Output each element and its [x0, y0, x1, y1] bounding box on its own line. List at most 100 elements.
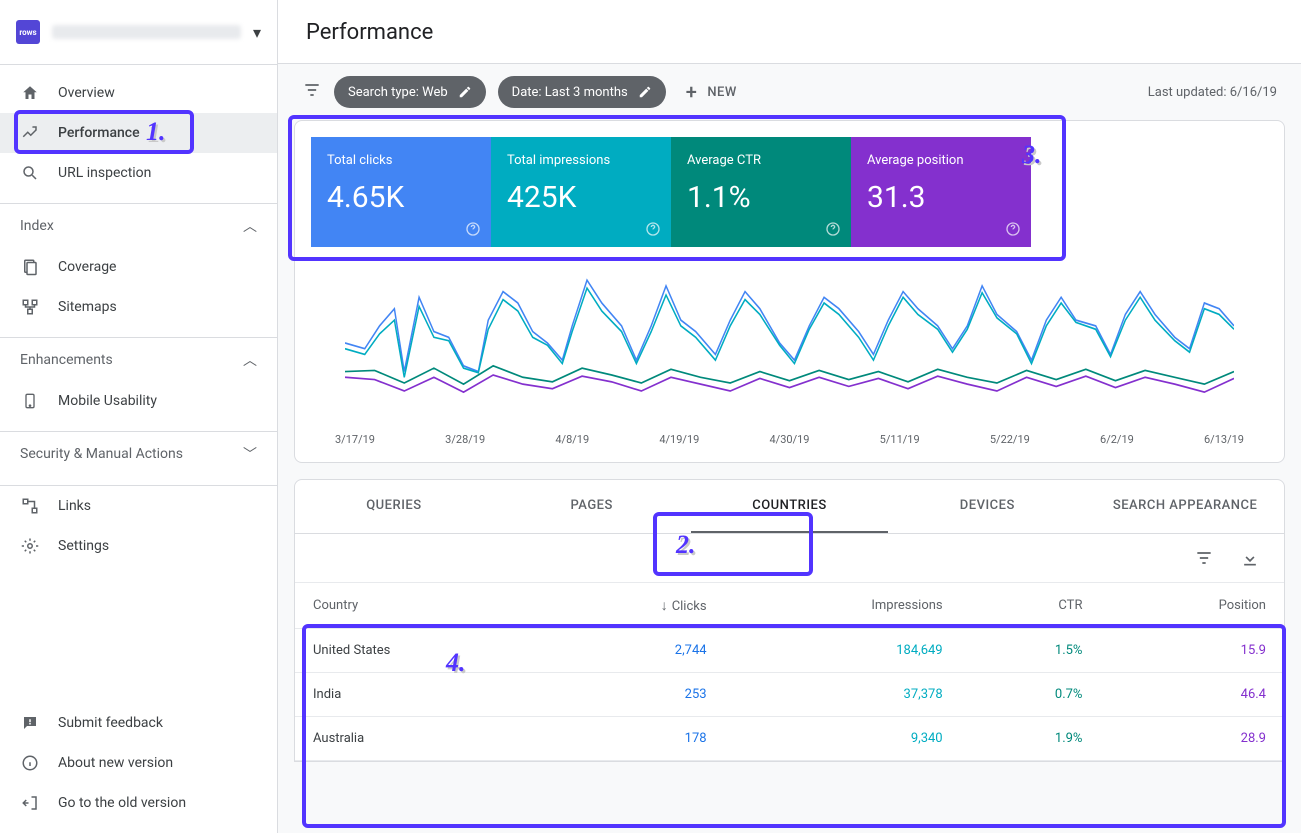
col-position[interactable]: Position [1100, 583, 1284, 629]
cell-country: United States [295, 629, 544, 673]
help-icon[interactable] [645, 221, 661, 237]
property-name-blurred [52, 25, 241, 39]
sidebar-item-overview[interactable]: Overview [0, 73, 277, 113]
annotation-label-2: 2. [676, 530, 696, 560]
col-clicks[interactable]: ↓Clicks [544, 583, 724, 629]
help-icon[interactable] [465, 221, 481, 237]
sidebar-item-old-version[interactable]: Go to the old version [0, 783, 277, 823]
metric-value: 1.1% [687, 180, 835, 215]
col-ctr[interactable]: CTR [961, 583, 1101, 629]
sidebar-item-feedback[interactable]: Submit feedback [0, 703, 277, 743]
chevron-down-icon: ﹀ [243, 444, 257, 464]
filter-icon[interactable] [302, 80, 322, 104]
dimension-tabs: QUERIES PAGES COUNTRIES DEVICES SEARCH A… [295, 480, 1284, 534]
page-title: Performance [278, 0, 1301, 64]
cell-ctr: 1.5% [961, 629, 1101, 673]
metric-tile-impressions[interactable]: Total impressions 425K [491, 137, 671, 247]
sidebar-item-settings[interactable]: Settings [0, 526, 277, 566]
cell-position: 28.9 [1100, 717, 1284, 761]
sitemaps-icon [20, 297, 40, 317]
tab-search-appearance[interactable]: SEARCH APPEARANCE [1086, 480, 1284, 533]
countries-table: Country ↓Clicks Impressions CTR Position… [295, 582, 1284, 761]
cell-clicks: 178 [544, 717, 724, 761]
tab-devices[interactable]: DEVICES [888, 480, 1086, 533]
col-country[interactable]: Country [295, 583, 544, 629]
sidebar-item-coverage[interactable]: Coverage [0, 247, 277, 287]
tick-label: 4/19/19 [659, 433, 699, 446]
metric-value: 425K [507, 180, 655, 215]
metric-tile-clicks[interactable]: Total clicks 4.65K [311, 137, 491, 247]
cell-ctr: 1.9% [961, 717, 1101, 761]
cell-clicks: 2,744 [544, 629, 724, 673]
cell-impressions: 9,340 [725, 717, 961, 761]
chevron-up-icon: ︿ [243, 216, 257, 236]
sidebar: rows ▾ Overview Performance URL inspecti… [0, 0, 278, 833]
sidebar-item-performance[interactable]: Performance [0, 113, 277, 153]
table-row[interactable]: Australia 178 9,340 1.9% 28.9 [295, 717, 1284, 761]
coverage-icon [20, 257, 40, 277]
main: Performance Search type: Web Date: Last … [278, 0, 1301, 833]
metric-value: 4.65K [327, 180, 475, 215]
cell-clicks: 253 [544, 673, 724, 717]
sidebar-item-label: Links [58, 498, 91, 514]
annotation-label-1: 1. [146, 117, 166, 147]
sidebar-item-label: Go to the old version [58, 795, 186, 811]
property-selector[interactable]: rows ▾ [0, 0, 277, 64]
chip-label: Search type: Web [348, 85, 448, 100]
tick-label: 5/11/19 [880, 433, 920, 446]
info-icon [20, 753, 40, 773]
annotation-label-4: 4. [446, 648, 466, 678]
section-label: Index [20, 218, 54, 234]
sidebar-nav: Overview Performance URL inspection Inde… [0, 64, 277, 566]
filter-chip-date[interactable]: Date: Last 3 months [498, 76, 666, 108]
tick-label: 4/30/19 [770, 433, 810, 446]
sidebar-item-sitemaps[interactable]: Sitemaps [0, 287, 277, 327]
gear-icon [20, 536, 40, 556]
sidebar-item-label: Performance [58, 125, 140, 141]
sort-down-icon: ↓ [661, 598, 668, 614]
table-row[interactable]: India 253 37,378 0.7% 46.4 [295, 673, 1284, 717]
sidebar-item-links[interactable]: Links [0, 486, 277, 526]
add-filter-button[interactable]: + NEW [678, 80, 745, 104]
table-filter-icon[interactable] [1194, 548, 1214, 568]
sidebar-item-label: Submit feedback [58, 715, 163, 731]
sidebar-section-security[interactable]: Security & Manual Actions ﹀ [0, 431, 277, 475]
col-impressions[interactable]: Impressions [725, 583, 961, 629]
sidebar-section-enhancements[interactable]: Enhancements ︿ [0, 337, 277, 381]
performance-chart [295, 263, 1284, 423]
help-icon[interactable] [1005, 221, 1021, 237]
filter-bar: Search type: Web Date: Last 3 months + N… [278, 64, 1301, 120]
table-row[interactable]: United States 2,744 184,649 1.5% 15.9 [295, 629, 1284, 673]
links-icon [20, 496, 40, 516]
trend-icon [20, 123, 40, 143]
cell-impressions: 184,649 [725, 629, 961, 673]
metric-label: Total impressions [507, 153, 655, 168]
mobile-icon [20, 391, 40, 411]
tab-pages[interactable]: PAGES [493, 480, 691, 533]
tab-queries[interactable]: QUERIES [295, 480, 493, 533]
sidebar-section-index[interactable]: Index ︿ [0, 203, 277, 247]
chart-x-axis: 3/17/19 3/28/19 4/8/19 4/19/19 4/30/19 5… [295, 423, 1284, 462]
sidebar-item-url-inspection[interactable]: URL inspection [0, 153, 277, 193]
feedback-icon [20, 713, 40, 733]
sidebar-item-about[interactable]: About new version [0, 743, 277, 783]
tick-label: 3/17/19 [335, 433, 375, 446]
tab-countries[interactable]: COUNTRIES [691, 480, 889, 533]
tick-label: 3/28/19 [445, 433, 485, 446]
chevron-up-icon: ︿ [243, 350, 257, 370]
search-icon [20, 163, 40, 183]
tick-label: 5/22/19 [990, 433, 1030, 446]
metric-tile-ctr[interactable]: Average CTR 1.1% [671, 137, 851, 247]
metric-tile-position[interactable]: Average position 31.3 [851, 137, 1031, 247]
download-icon[interactable] [1240, 548, 1260, 568]
tick-label: 6/2/19 [1100, 433, 1134, 446]
sidebar-item-label: Coverage [58, 259, 116, 275]
tick-label: 6/13/19 [1204, 433, 1244, 446]
annotation-label-3: 3. [1022, 140, 1042, 170]
filter-chip-search-type[interactable]: Search type: Web [334, 76, 486, 108]
property-logo: rows [16, 20, 40, 44]
help-icon[interactable] [825, 221, 841, 237]
sidebar-item-mobile-usability[interactable]: Mobile Usability [0, 381, 277, 421]
sidebar-item-label: URL inspection [58, 165, 151, 181]
cell-country: India [295, 673, 544, 717]
